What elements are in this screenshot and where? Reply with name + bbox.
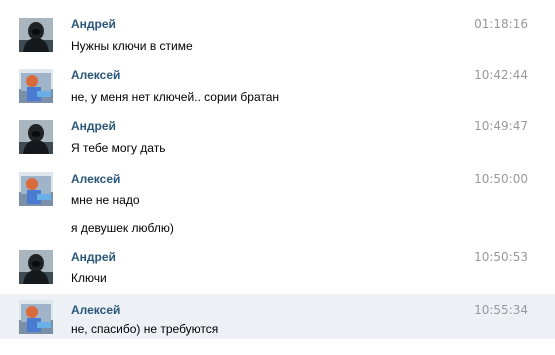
message-time[interactable]: 10:50:00 — [474, 172, 528, 186]
andrey-avatar[interactable] — [19, 250, 53, 284]
chat-history: Андрей 01:18:16 Нужны ключи в стиме Алек… — [0, 0, 555, 355]
author-name[interactable]: Андрей — [71, 250, 116, 264]
message-item: Андрей 10:50:53 Ключи — [0, 242, 555, 294]
author-name[interactable]: Андрей — [71, 119, 116, 133]
andrey-avatar[interactable] — [19, 18, 53, 52]
message-text: не, спасибо) не требуются — [71, 322, 219, 336]
message-item: Алексей 10:55:34 не, спасибо) не требуют… — [0, 294, 555, 339]
andrey-avatar[interactable] — [19, 120, 53, 154]
message-item: Алексей 10:50:00 мне не надо я девушек л… — [0, 164, 555, 242]
message-item: Алексей 10:42:44 не, у меня нет ключей..… — [0, 61, 555, 111]
message-time[interactable]: 01:18:16 — [474, 17, 528, 31]
author-name[interactable]: Андрей — [71, 17, 116, 31]
alexey-avatar[interactable] — [19, 300, 53, 334]
message-text: мне не надо — [71, 193, 140, 207]
message-text: Ключи — [71, 271, 107, 285]
message-text: Я тебе могу дать — [71, 141, 166, 155]
message-text: я девушек люблю) — [71, 221, 174, 235]
message-time[interactable]: 10:49:47 — [474, 119, 528, 133]
alexey-avatar[interactable] — [19, 172, 53, 206]
author-name[interactable]: Алексей — [71, 303, 120, 317]
message-text: Нужны ключи в стиме — [71, 39, 193, 53]
author-name[interactable]: Алексей — [71, 172, 120, 186]
message-text: не, у меня нет ключей.. сории братан — [71, 90, 280, 104]
message-item: Андрей 10:49:47 Я тебе могу дать — [0, 112, 555, 162]
message-time[interactable]: 10:55:34 — [474, 303, 528, 317]
message-item: Андрей 01:18:16 Нужны ключи в стиме — [0, 10, 555, 56]
author-name[interactable]: Алексей — [71, 68, 120, 82]
message-time[interactable]: 10:42:44 — [474, 68, 528, 82]
message-time[interactable]: 10:50:53 — [474, 250, 528, 264]
alexey-avatar[interactable] — [19, 69, 53, 103]
